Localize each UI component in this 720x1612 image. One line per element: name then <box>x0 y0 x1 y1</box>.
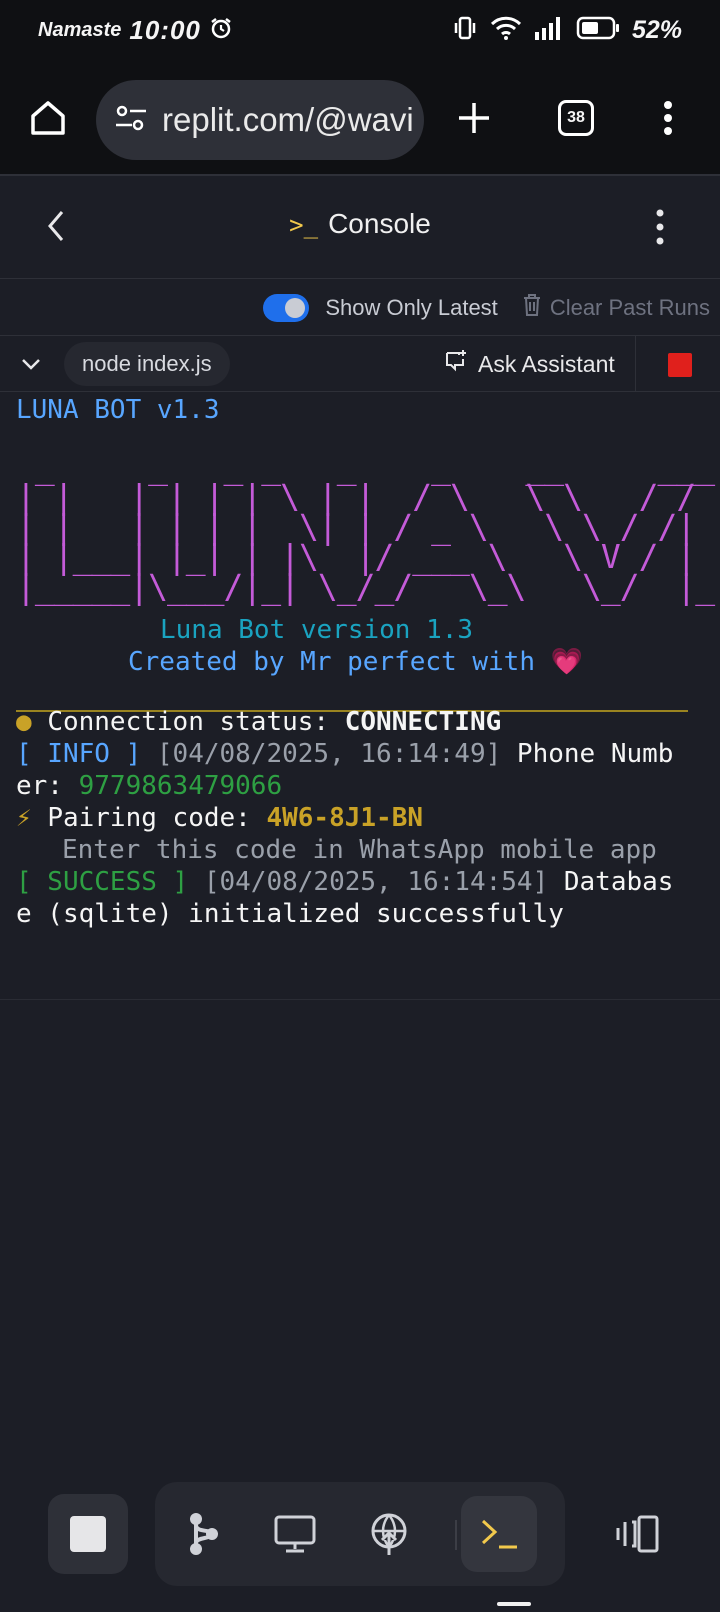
browser-toolbar: replit.com/@wavi 38 <box>0 60 720 176</box>
success-message-cont: e (sqlite) initialized successfully <box>16 899 564 929</box>
console-output: LUNA BOT v1.3 _ _ _ _ _ _ __ ___ | | | |… <box>0 392 720 1000</box>
alarm-icon <box>209 16 233 45</box>
tune-icon[interactable] <box>114 104 148 137</box>
success-timestamp: [04/08/2025, 16:14:54] <box>203 867 549 897</box>
ascii-banner: _ _ _ _ _ _ __ ___ | | | | | | \ | | / \… <box>16 447 720 606</box>
panels-icon[interactable] <box>600 1496 676 1572</box>
status-dot: ● <box>16 707 32 737</box>
home-indicator <box>497 1602 531 1606</box>
tool-switcher <box>155 1482 565 1586</box>
run-command-chip[interactable]: node index.js <box>64 342 230 386</box>
show-latest-label[interactable]: Show Only Latest <box>325 295 497 321</box>
tab-switcher-button[interactable]: 38 <box>558 100 594 136</box>
plus-icon[interactable] <box>456 100 492 141</box>
stop-run-button[interactable] <box>668 353 692 377</box>
info-message: Phone Numb <box>516 739 674 769</box>
stop-icon <box>70 1516 106 1552</box>
globe-upload-icon[interactable] <box>351 1496 427 1572</box>
status-label: Connection status: <box>47 707 345 737</box>
pairing-hint: Enter this code in WhatsApp mobile app <box>62 835 657 865</box>
show-latest-toggle[interactable] <box>263 293 310 322</box>
success-log-line: [ SUCCESS ] [04/08/2025, 16:14:54] Datab… <box>16 866 673 898</box>
terminal-icon[interactable] <box>461 1496 537 1572</box>
stop-button[interactable] <box>48 1494 128 1574</box>
battery-icon <box>576 16 620 45</box>
created-line: Created by Mr perfect with 💗 <box>128 647 584 677</box>
phone-number: 9779863479066 <box>78 771 283 801</box>
divider <box>455 1520 457 1550</box>
status-value: CONNECTING <box>344 707 502 737</box>
page-title: >_ Console <box>0 208 720 240</box>
signal-icon <box>534 16 564 45</box>
carrier-name: Namaste <box>38 18 122 41</box>
status-bar: Namaste 10:00 52% <box>0 0 720 60</box>
run-bar: node index.js Ask Assistant <box>0 336 720 392</box>
version-line: Luna Bot version 1.3 <box>160 615 474 645</box>
vibrate-icon <box>452 15 478 46</box>
clear-past-runs-label: Clear Past Runs <box>549 294 710 320</box>
success-tag: [ SUCCESS ] <box>16 867 189 897</box>
divider <box>635 336 636 392</box>
console-toolbar: Show Only Latest Clear Past Runs <box>0 280 720 336</box>
connection-status-line: ● Connection status: CONNECTING <box>16 706 501 738</box>
info-timestamp: [04/08/2025, 16:14:49] <box>156 739 502 769</box>
url-bar[interactable]: replit.com/@wavi <box>96 80 424 160</box>
wifi-icon <box>490 15 522 46</box>
pairing-line: ⚡ Pairing code: 4W6-8J1-BN <box>16 802 423 834</box>
info-log-line: [ INFO ] [04/08/2025, 16:14:49] Phone Nu… <box>16 738 673 770</box>
monitor-icon[interactable] <box>257 1496 333 1572</box>
info-tag: [ INFO ] <box>16 739 142 769</box>
clock: 10:00 <box>129 14 201 45</box>
battery-percent: 52% <box>631 15 682 44</box>
terminal-icon: >_ <box>289 211 319 239</box>
chat-sparkle-icon <box>444 349 468 379</box>
console-header: >_ Console <box>0 178 720 279</box>
trash-icon <box>522 293 542 323</box>
info-log-line-cont: er: 9779863479066 <box>16 770 282 802</box>
url-text[interactable]: replit.com/@wavi <box>162 101 414 139</box>
lightning-icon: ⚡ <box>16 803 32 833</box>
info-message-cont: er: <box>16 771 79 801</box>
home-icon[interactable] <box>28 98 68 143</box>
bot-header-line: LUNA BOT v1.3 <box>16 395 220 425</box>
toggle-knob <box>285 297 306 318</box>
git-icon[interactable] <box>165 1496 241 1572</box>
chevron-down-icon[interactable] <box>20 354 42 379</box>
more-vert-icon[interactable] <box>654 208 666 251</box>
pairing-code: 4W6-8J1-BN <box>266 803 424 833</box>
clear-past-runs-button[interactable]: Clear Past Runs <box>522 293 710 323</box>
more-vert-icon[interactable] <box>662 100 674 141</box>
page-title-text: Console <box>328 208 431 239</box>
pairing-label: Pairing code: <box>47 803 267 833</box>
ask-assistant-label: Ask Assistant <box>478 350 615 377</box>
success-message: Databas <box>563 867 674 897</box>
ask-assistant-button[interactable]: Ask Assistant <box>444 344 615 384</box>
bottom-navigation <box>0 1478 720 1612</box>
